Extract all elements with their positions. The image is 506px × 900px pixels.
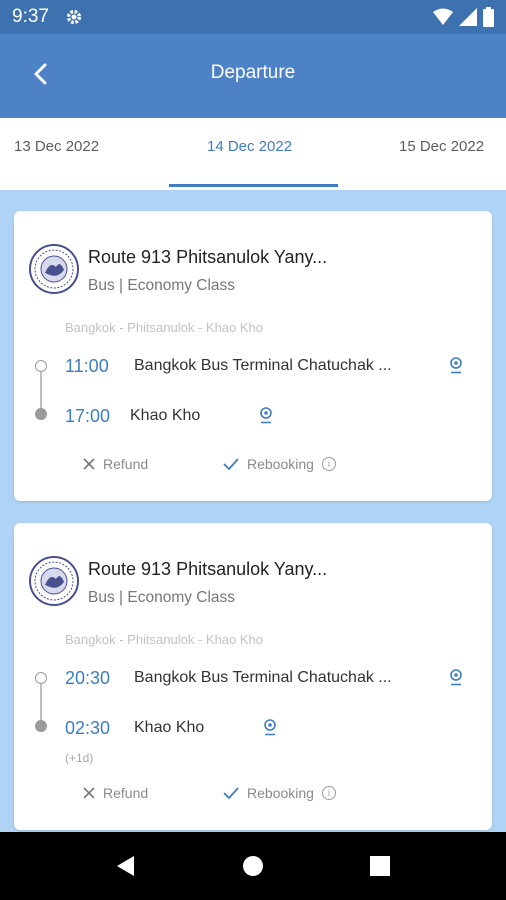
refund-label: Refund	[103, 785, 149, 801]
trip-card[interactable]: Route 913 Phitsanulok Yany... Bus | Econ…	[14, 523, 492, 830]
tab-date-14[interactable]: 14 Dec 2022	[207, 138, 292, 155]
checkmark-icon	[223, 458, 239, 470]
next-day-note: (+1d)	[65, 751, 94, 765]
rebooking-policy: Rebooking i	[223, 785, 336, 801]
wifi-icon	[433, 8, 453, 25]
arrival-dot	[35, 408, 47, 420]
departure-time: 20:30	[65, 668, 111, 688]
date-tabs: 13 Dec 2022 14 Dec 2022 15 Dec 2022	[0, 118, 506, 190]
vehicle-type: Bus	[88, 277, 115, 294]
app-bar: Departure	[0, 34, 506, 118]
location-pin-icon[interactable]	[449, 668, 463, 686]
departure-dot	[35, 360, 47, 372]
info-icon[interactable]: i	[321, 786, 336, 800]
timeline-line	[40, 372, 42, 408]
nav-back-icon[interactable]	[114, 854, 138, 878]
departure-time: 11:00	[65, 356, 109, 376]
arrival-station: Khao Kho	[130, 407, 201, 424]
vehicle-class: Bus | Economy Class	[88, 277, 235, 295]
info-icon[interactable]: i	[321, 457, 336, 471]
rebooking-label: Rebooking	[247, 785, 314, 801]
nav-recents-icon[interactable]	[368, 854, 392, 878]
tab-date-13[interactable]: 13 Dec 2022	[14, 138, 99, 155]
operator-logo-icon	[29, 556, 79, 606]
status-time: 9:37	[12, 6, 49, 27]
nav-home-icon[interactable]	[241, 854, 265, 878]
arrival-time: 17:00	[65, 406, 111, 426]
refund-policy: Refund	[83, 456, 148, 472]
arrival-time: 02:30	[65, 718, 111, 738]
separator: |	[119, 589, 124, 606]
signal-icon	[459, 8, 477, 26]
location-pin-icon[interactable]	[263, 718, 277, 736]
close-icon	[83, 458, 95, 470]
checkmark-icon	[223, 787, 239, 799]
rebooking-label: Rebooking	[247, 456, 314, 472]
status-bar: 9:37	[0, 0, 506, 34]
seat-class: Economy Class	[127, 277, 236, 294]
departure-station: Bangkok Bus Terminal Chatuchak ...	[134, 357, 392, 374]
route-path: Bangkok - Phitsanulok - Khao Kho	[65, 632, 264, 647]
route-name: Route 913 Phitsanulok Yany...	[88, 559, 328, 579]
arrival-station: Khao Kho	[134, 719, 205, 736]
page-title: Departure	[210, 62, 296, 83]
vehicle-type: Bus	[88, 589, 115, 606]
trip-card[interactable]: Route 913 Phitsanulok Yany... Bus | Econ…	[14, 211, 492, 501]
route-path: Bangkok - Phitsanulok - Khao Kho	[65, 320, 264, 335]
route-name: Route 913 Phitsanulok Yany...	[88, 247, 328, 267]
timeline-line	[40, 684, 42, 720]
system-nav-bar	[0, 832, 506, 900]
location-pin-icon[interactable]	[259, 406, 273, 424]
location-pin-icon[interactable]	[449, 356, 463, 374]
vehicle-class: Bus | Economy Class	[88, 589, 235, 607]
tab-date-15[interactable]: 15 Dec 2022	[399, 138, 484, 155]
separator: |	[119, 277, 124, 294]
rebooking-policy: Rebooking i	[223, 456, 336, 472]
close-icon	[83, 787, 95, 799]
departure-station: Bangkok Bus Terminal Chatuchak ...	[134, 669, 392, 686]
refund-label: Refund	[103, 456, 149, 472]
active-tab-indicator	[169, 184, 338, 187]
departure-dot	[35, 672, 47, 684]
battery-icon	[483, 7, 494, 27]
operator-logo-icon	[29, 244, 79, 294]
gear-icon	[66, 9, 82, 25]
refund-policy: Refund	[83, 785, 148, 801]
seat-class: Economy Class	[127, 589, 236, 606]
arrival-dot	[35, 720, 47, 732]
